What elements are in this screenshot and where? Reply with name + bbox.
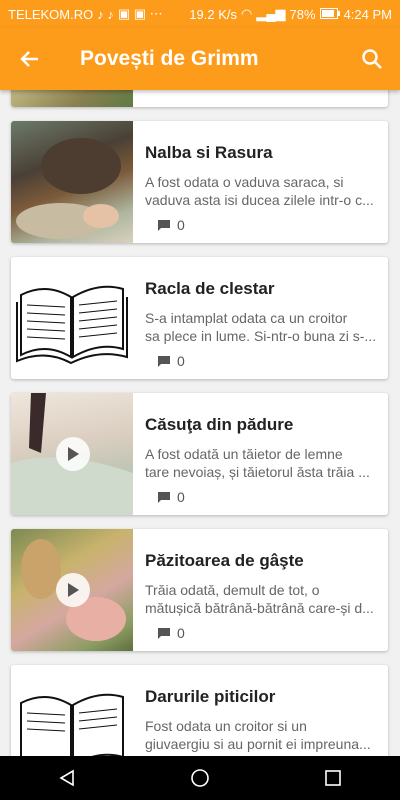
back-triangle-icon[interactable]: [57, 768, 77, 788]
story-thumbnail: [11, 529, 133, 651]
story-card[interactable]: Nalba si Rasura A fost odata o vaduva sa…: [11, 121, 388, 243]
recents-square-icon[interactable]: [323, 768, 343, 788]
app-bar: Povești de Grimm: [0, 28, 400, 90]
story-card[interactable]: Racla de clestar S-a intamplat odata ca …: [11, 257, 388, 379]
music-note-icon: ♪ ♪: [97, 6, 114, 22]
story-thumbnail: [11, 121, 133, 243]
play-button[interactable]: [56, 437, 90, 471]
story-card[interactable]: Darurile piticilor Fost odata un croitor…: [11, 665, 388, 756]
battery-icon: [319, 7, 340, 22]
clock: 4:24 PM: [343, 6, 392, 22]
comment-icon: [158, 627, 170, 639]
open-book-icon: [20, 693, 124, 756]
network-speed: 19.2 K/s: [189, 6, 237, 22]
comment-count: 0: [157, 625, 380, 641]
home-circle-icon[interactable]: [190, 768, 210, 788]
story-title: Darurile piticilor: [145, 687, 276, 706]
story-card-partial[interactable]: [11, 90, 388, 107]
comment-icon: [158, 355, 170, 367]
story-thumbnail: [11, 665, 133, 756]
play-icon: [68, 583, 79, 597]
comment-icon: [158, 491, 170, 503]
play-button[interactable]: [56, 573, 90, 607]
story-title: Nalba si Rasura: [145, 143, 273, 162]
carrier-label: TELEKOM.RO: [8, 6, 94, 22]
comment-count: 0: [157, 353, 380, 369]
battery-percent: 78%: [289, 6, 316, 22]
wifi-icon: ◠: [240, 6, 253, 21]
story-excerpt: Trăia odată, demult de tot, o mătușică bă…: [145, 582, 374, 616]
story-card[interactable]: Păzitoarea de gâşte Trăia odată, demult …: [11, 529, 388, 651]
arrow-left-icon: [20, 51, 38, 67]
play-icon: [68, 447, 79, 461]
story-title: Racla de clestar: [145, 279, 275, 298]
comment-icon: [158, 219, 170, 231]
story-title: Căsuţa din pădure: [145, 415, 294, 434]
story-thumbnail: [11, 90, 133, 107]
story-excerpt: Fost odata un croitor si un giuvaergiu si…: [145, 718, 371, 752]
story-thumbnail: [11, 393, 133, 515]
system-navigation-bar: [0, 756, 400, 800]
open-book-icon: [16, 285, 128, 365]
page-title: Povești de Grimm: [80, 47, 259, 70]
story-list[interactable]: Nalba si Rasura A fost odata o vaduva sa…: [0, 90, 400, 756]
comment-count: 0: [157, 489, 380, 505]
story-excerpt: A fost odata o vaduva saraca, si vaduva a…: [145, 174, 374, 208]
notification-icons: ▣ ▣ ⋯: [117, 6, 163, 21]
back-button[interactable]: [0, 28, 60, 90]
comment-count: 0: [157, 217, 380, 233]
story-excerpt: A fost odată un tăietor de lemne tare nev…: [145, 446, 370, 480]
search-button[interactable]: [344, 28, 400, 90]
signal-icon: ▂▄▆: [256, 6, 286, 21]
status-bar: TELEKOM.RO ♪ ♪ ▣ ▣ ⋯ 19.2 K/s ◠ ▂▄▆ 78% …: [0, 0, 400, 28]
story-thumbnail: [11, 257, 133, 379]
search-icon: [362, 49, 382, 69]
story-excerpt: S-a intamplat odata ca un croitor sa plec…: [145, 310, 377, 344]
story-card[interactable]: Căsuţa din pădure A fost odată un tăieto…: [11, 393, 388, 515]
story-title: Păzitoarea de gâşte: [145, 551, 304, 570]
